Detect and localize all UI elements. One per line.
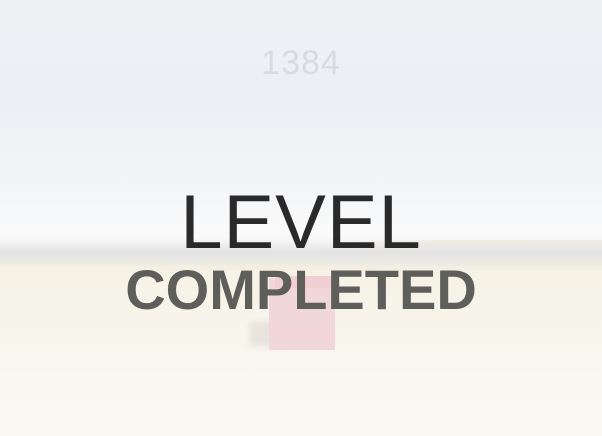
game-viewport: 1384 LEVEL COMPLETED (0, 0, 602, 436)
score-counter: 1384 (261, 44, 341, 82)
completed-title: COMPLETED (125, 258, 477, 321)
level-title: LEVEL (180, 180, 422, 265)
